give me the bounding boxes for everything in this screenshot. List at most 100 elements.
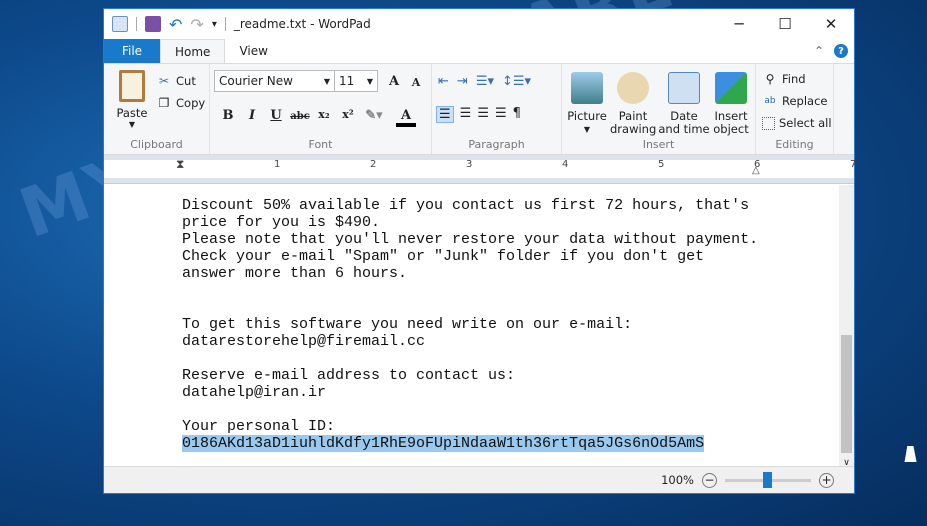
find-button[interactable]: ⚲ Find	[762, 68, 806, 90]
align-right-icon[interactable]: ☰	[477, 106, 489, 123]
line-spacing-icon[interactable]: ↕☰▾	[502, 74, 531, 89]
justify-icon[interactable]: ☰	[495, 106, 507, 123]
right-indent-marker[interactable]: △	[752, 165, 760, 176]
selected-personal-id[interactable]: 0186AKd13aD1iuhldKdfy1RhE9oFUpiNdaaW1th3…	[182, 435, 705, 452]
ruler-mark: 3	[466, 159, 473, 170]
close-button[interactable]: ✕	[808, 9, 854, 39]
ruler-mark: 2	[370, 159, 377, 170]
copy-icon: ❐	[158, 96, 170, 110]
underline-icon[interactable]: U	[266, 108, 286, 123]
binoculars-icon: ⚲	[765, 72, 775, 86]
insert-group: Picture ▼ Paint drawing Date and time Ins…	[562, 64, 756, 154]
undo-icon[interactable]: ↶	[169, 15, 182, 34]
select-all-button[interactable]: Select all	[762, 112, 832, 134]
calendar-clock-icon	[668, 72, 700, 104]
picture-button[interactable]: Picture ▼	[566, 72, 608, 136]
wordpad-app-icon[interactable]	[112, 16, 128, 32]
status-bar: 100% − +	[104, 466, 854, 493]
vertical-scrollbar[interactable]: ∨	[839, 185, 854, 468]
object-icon	[715, 72, 747, 104]
select-all-icon	[762, 116, 775, 130]
font-color-icon[interactable]: A	[396, 108, 416, 127]
cut-button[interactable]: ✂ Cut	[156, 70, 196, 92]
paint-palette-icon	[617, 72, 649, 104]
font-size-value: 11	[339, 74, 355, 88]
first-line-indent-marker[interactable]: ⧗	[176, 157, 184, 172]
select-all-label: Select all	[779, 116, 832, 130]
save-icon[interactable]	[145, 16, 161, 32]
decrease-indent-icon[interactable]: ⇤	[438, 74, 449, 89]
date-time-label: Date and time	[658, 109, 710, 136]
find-label: Find	[782, 72, 806, 86]
minimize-button[interactable]: ─	[716, 9, 762, 39]
chevron-down-icon: ▼	[366, 76, 373, 86]
paragraph-group-label: Paragraph	[468, 138, 525, 151]
scissors-icon: ✂	[158, 74, 170, 88]
font-size-select[interactable]: 11 ▼	[334, 70, 378, 92]
copy-button[interactable]: ❐ Copy	[156, 92, 206, 114]
tab-view[interactable]: View	[225, 39, 281, 63]
font-family-select[interactable]: Courier New ▼	[214, 70, 335, 92]
editing-group-label: Editing	[775, 138, 814, 151]
paint-drawing-button[interactable]: Paint drawing	[610, 72, 656, 136]
mouse-cursor	[904, 446, 920, 462]
font-group: Courier New ▼ 11 ▼ A A B I U abc x₂ x² ✎▾ …	[210, 64, 432, 154]
picture-label: Picture	[567, 109, 607, 123]
ruler-mark: 4	[562, 159, 569, 170]
ruler-mark: 5	[658, 159, 665, 170]
chevron-down-icon: ▼	[323, 76, 330, 86]
zoom-level: 100%	[661, 473, 694, 487]
increase-indent-icon[interactable]: ⇥	[457, 74, 468, 89]
replace-label: Replace	[782, 94, 828, 108]
document-area[interactable]: Discount 50% available if you contact us…	[104, 185, 841, 468]
align-center-icon[interactable]: ☰	[460, 106, 472, 123]
strikethrough-icon[interactable]: abc	[290, 111, 310, 122]
paragraph-group: ⇤ ⇥ ☰▾ ↕☰▾ ☰ ☰ ☰ ☰ ¶ Paragraph	[432, 64, 562, 154]
chevron-down-icon: ▼	[128, 120, 136, 129]
bullets-icon[interactable]: ☰▾	[476, 74, 494, 89]
replace-button[interactable]: ab Replace	[762, 90, 828, 112]
font-group-label: Font	[308, 138, 333, 151]
scrollbar-thumb[interactable]	[841, 335, 852, 453]
paragraph-settings-icon[interactable]: ¶	[513, 106, 521, 123]
italic-icon[interactable]: I	[242, 108, 262, 123]
picture-icon	[571, 72, 603, 104]
document-text[interactable]: Discount 50% available if you contact us…	[182, 197, 758, 452]
tab-home[interactable]: Home	[160, 39, 226, 63]
align-left-icon[interactable]: ☰	[436, 106, 454, 123]
redo-icon[interactable]: ↷	[190, 15, 203, 34]
cut-label: Cut	[176, 74, 196, 88]
insert-object-button[interactable]: Insert object	[710, 72, 752, 136]
clipboard-group: Paste ▼ ✂ Cut ❐ Copy Clipboard	[104, 64, 210, 154]
bold-icon[interactable]: B	[218, 108, 238, 123]
ruler-mark: 1	[274, 159, 281, 170]
paint-drawing-label: Paint drawing	[610, 109, 657, 136]
wordpad-window: ↶ ↷ ▾ _readme.txt - WordPad ─ ☐ ✕ File H…	[103, 8, 856, 494]
paste-label: Paste	[116, 106, 148, 120]
ribbon: Paste ▼ ✂ Cut ❐ Copy Clipboard Courier New…	[104, 63, 854, 155]
insert-group-label: Insert	[642, 138, 675, 151]
zoom-slider[interactable]	[725, 471, 811, 488]
superscript-icon[interactable]: x²	[338, 108, 358, 121]
highlight-icon[interactable]: ✎▾	[364, 108, 384, 123]
title-bar: ↶ ↷ ▾ _readme.txt - WordPad ─ ☐ ✕	[104, 9, 854, 39]
help-icon[interactable]: ?	[834, 44, 848, 58]
zoom-out-button[interactable]: −	[702, 472, 717, 488]
customize-quick-access-icon[interactable]: ▾	[212, 19, 217, 30]
zoom-in-button[interactable]: +	[819, 472, 834, 488]
ribbon-tabs: File Home View ⌃?	[104, 39, 854, 63]
divider	[136, 17, 137, 31]
window-title: _readme.txt - WordPad	[233, 17, 371, 31]
tab-file[interactable]: File	[104, 39, 160, 63]
grow-font-icon[interactable]: A	[384, 74, 404, 89]
replace-icon: ab	[764, 96, 776, 106]
collapse-ribbon-icon[interactable]: ⌃	[814, 44, 824, 58]
clipboard-group-label: Clipboard	[130, 138, 183, 151]
maximize-button[interactable]: ☐	[762, 9, 808, 39]
subscript-icon[interactable]: x₂	[314, 108, 334, 121]
shrink-font-icon[interactable]: A	[406, 76, 426, 89]
zoom-slider-thumb[interactable]	[763, 471, 772, 488]
date-time-button[interactable]: Date and time	[658, 72, 710, 136]
paste-button[interactable]: Paste ▼	[112, 70, 152, 129]
ruler: ⧗ 1 2 3 4 5 6 7 △	[104, 155, 856, 184]
